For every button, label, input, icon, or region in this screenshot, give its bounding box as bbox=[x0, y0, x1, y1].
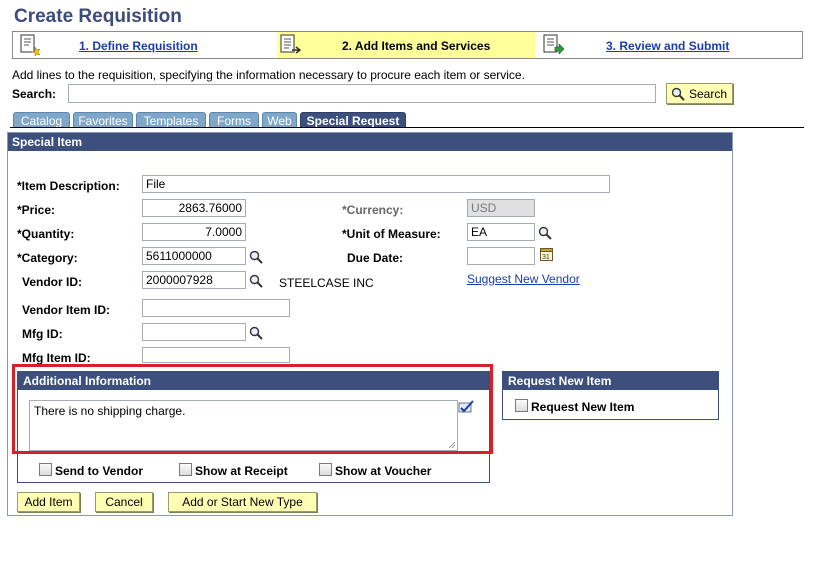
highlight-box bbox=[12, 364, 493, 454]
step-add-items: 2. Add Items and Services bbox=[342, 39, 491, 53]
item-description-label: *Item Description: bbox=[17, 179, 120, 193]
currency-label: *Currency: bbox=[342, 203, 404, 217]
calendar-icon[interactable]: 31 bbox=[540, 247, 553, 261]
quantity-label: *Quantity: bbox=[17, 227, 75, 241]
due-date-label: Due Date: bbox=[347, 251, 404, 265]
show-at-receipt-label: Show at Receipt bbox=[195, 464, 288, 478]
step-bar: 1. Define Requisition 2. Add Items and S… bbox=[12, 31, 803, 59]
mfg-id-input[interactable] bbox=[142, 323, 246, 341]
search-button-label: Search bbox=[689, 87, 728, 101]
uom-lookup-icon[interactable] bbox=[538, 226, 552, 240]
tab-catalog[interactable]: Catalog bbox=[13, 112, 70, 128]
tab-special-request[interactable]: Special Request bbox=[300, 112, 406, 128]
mfg-item-id-input[interactable] bbox=[142, 347, 290, 363]
vendor-name: STEELCASE INC bbox=[279, 276, 374, 290]
vendor-item-id-label: Vendor Item ID: bbox=[22, 303, 111, 317]
send-to-vendor-checkbox[interactable] bbox=[39, 463, 52, 476]
request-new-item-label: Request New Item bbox=[531, 400, 635, 414]
page-title: Create Requisition bbox=[14, 6, 182, 27]
tab-forms[interactable]: Forms bbox=[209, 112, 259, 128]
request-new-item-checkbox[interactable] bbox=[515, 399, 528, 412]
due-date-input[interactable] bbox=[467, 247, 535, 265]
request-new-item-header: Request New Item bbox=[503, 372, 718, 390]
instruction-text: Add lines to the requisition, specifying… bbox=[12, 68, 525, 82]
show-at-voucher-checkbox[interactable] bbox=[319, 463, 332, 476]
step-define-requisition[interactable]: 1. Define Requisition bbox=[79, 39, 198, 53]
unit-of-measure-label: *Unit of Measure: bbox=[342, 227, 441, 241]
tabs-divider bbox=[10, 127, 804, 128]
review-submit-icon bbox=[543, 34, 564, 55]
tab-web[interactable]: Web bbox=[262, 112, 297, 128]
price-input[interactable]: 2863.76000 bbox=[142, 199, 246, 217]
search-input[interactable] bbox=[68, 84, 656, 103]
item-description-input[interactable]: File bbox=[142, 175, 610, 193]
vendor-id-input[interactable]: 2000007928 bbox=[142, 271, 246, 289]
vendor-id-label: Vendor ID: bbox=[22, 275, 83, 289]
show-at-receipt-checkbox[interactable] bbox=[179, 463, 192, 476]
category-label: *Category: bbox=[17, 251, 78, 265]
search-icon bbox=[671, 87, 685, 101]
add-or-start-new-type-button[interactable]: Add or Start New Type bbox=[168, 492, 317, 512]
show-at-voucher-label: Show at Voucher bbox=[335, 464, 432, 478]
suggest-new-vendor-link[interactable]: Suggest New Vendor bbox=[467, 272, 580, 286]
add-item-button[interactable]: Add Item bbox=[17, 492, 80, 512]
mfg-lookup-icon[interactable] bbox=[249, 326, 263, 340]
price-label: *Price: bbox=[17, 203, 56, 217]
mfg-item-id-label: Mfg Item ID: bbox=[22, 351, 91, 365]
add-items-icon bbox=[280, 34, 301, 54]
special-item-header: Special Item bbox=[8, 133, 732, 151]
define-requisition-icon bbox=[20, 34, 41, 56]
unit-of-measure-input[interactable]: EA bbox=[467, 223, 535, 241]
vendor-lookup-icon[interactable] bbox=[249, 274, 263, 288]
step-review-submit[interactable]: 3. Review and Submit bbox=[606, 39, 729, 53]
cancel-button[interactable]: Cancel bbox=[95, 492, 153, 512]
category-input[interactable]: 5611000000 bbox=[142, 247, 246, 265]
send-to-vendor-label: Send to Vendor bbox=[55, 464, 144, 478]
tab-favorites[interactable]: Favorites bbox=[73, 112, 133, 128]
search-button[interactable]: Search bbox=[666, 83, 733, 104]
tab-templates[interactable]: Templates bbox=[136, 112, 206, 128]
vendor-item-id-input[interactable] bbox=[142, 299, 290, 317]
search-label: Search: bbox=[12, 87, 57, 101]
svg-text:31: 31 bbox=[542, 254, 550, 261]
mfg-id-label: Mfg ID: bbox=[22, 327, 63, 341]
currency-input: USD bbox=[467, 199, 535, 217]
category-lookup-icon[interactable] bbox=[249, 250, 263, 264]
quantity-input[interactable]: 7.0000 bbox=[142, 223, 246, 241]
